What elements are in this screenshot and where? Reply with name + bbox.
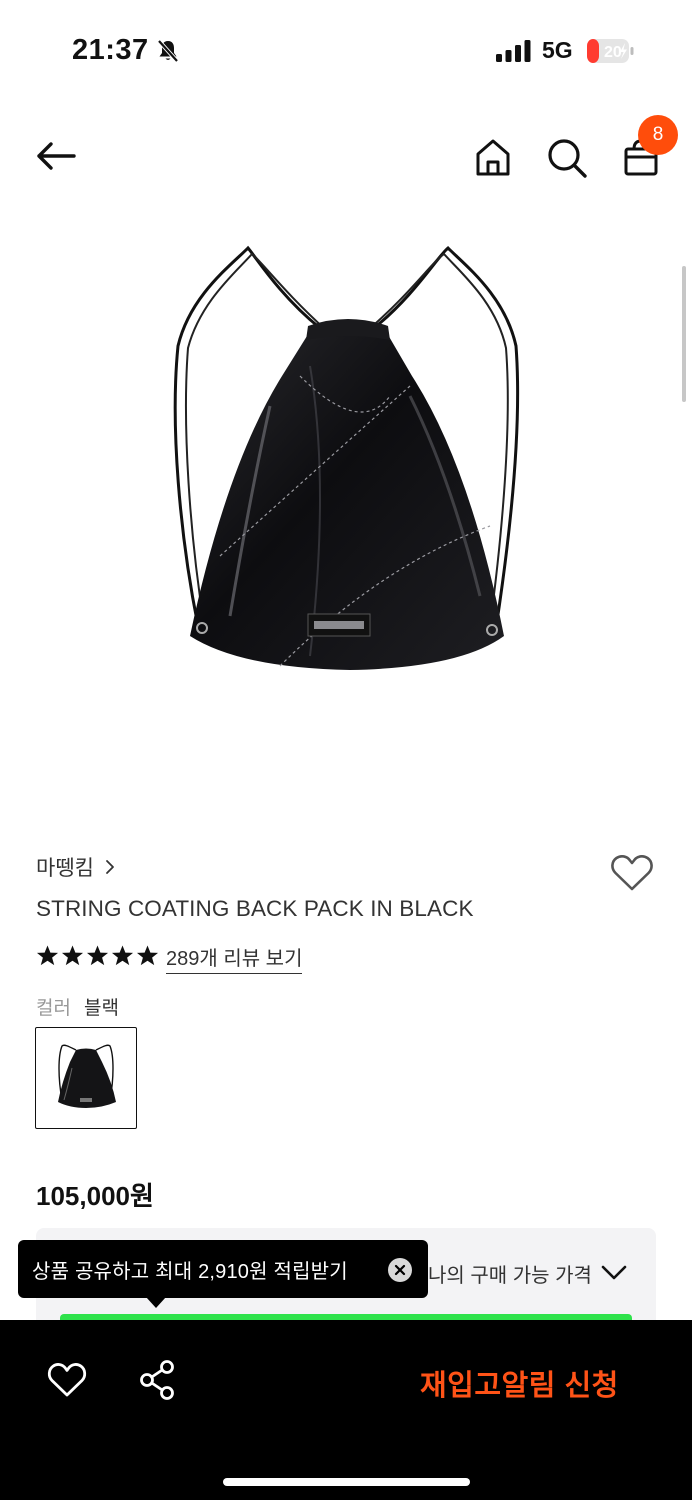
rating-stars [36,944,159,967]
tooltip-pointer [146,1297,166,1308]
brand-name: 마뗑킴 [36,857,94,880]
review-link[interactable]: 289개 리뷰 보기 [166,942,303,974]
heart-icon[interactable] [47,1360,87,1398]
signal-icon [496,40,531,62]
battery-level: 20 [604,44,622,61]
product-price: 105,000원 [36,1181,154,1211]
share-reward-tooltip[interactable]: 상품 공유하고 최대 2,910원 적립받기 [18,1240,428,1298]
star-icon [111,945,134,966]
tooltip-text: 상품 공유하고 최대 2,910원 적립받기 [32,1260,348,1283]
search-icon[interactable] [545,136,589,180]
close-icon[interactable] [388,1258,412,1282]
swatch-thumbnail [58,1044,116,1108]
scrollbar[interactable] [682,266,686,402]
brand-link[interactable]: 마뗑킴 [36,852,116,882]
network-label: 5G [542,37,573,63]
star-icon [136,945,159,966]
wishlist-heart-icon[interactable] [610,852,654,892]
battery-charging-icon: 20 [587,39,634,63]
color-value: 블랙 [84,998,119,1019]
product-name: STRING COATING BACK PACK IN BLACK [36,896,474,921]
cart-count-badge: 8 [638,115,678,155]
star-icon [36,945,59,966]
chevron-down-icon[interactable] [600,1261,628,1283]
bottom-action-bar [0,1320,692,1500]
color-swatch-black[interactable] [35,1027,137,1129]
home-indicator[interactable] [223,1478,470,1486]
back-arrow-icon[interactable] [34,134,78,178]
chevron-right-icon [106,860,114,874]
restock-alert-button[interactable]: 재입고알림 신청 [420,1362,619,1404]
color-label: 컬러 [36,998,71,1019]
share-icon[interactable] [138,1359,178,1401]
my-price-label[interactable]: 나의 구매 가능 가격 [428,1259,592,1288]
star-icon [86,945,109,966]
status-time: 21:37 [72,34,149,66]
product-image[interactable] [160,236,536,680]
home-icon[interactable] [471,136,515,180]
star-icon [61,945,84,966]
bell-muted-icon [157,39,179,63]
